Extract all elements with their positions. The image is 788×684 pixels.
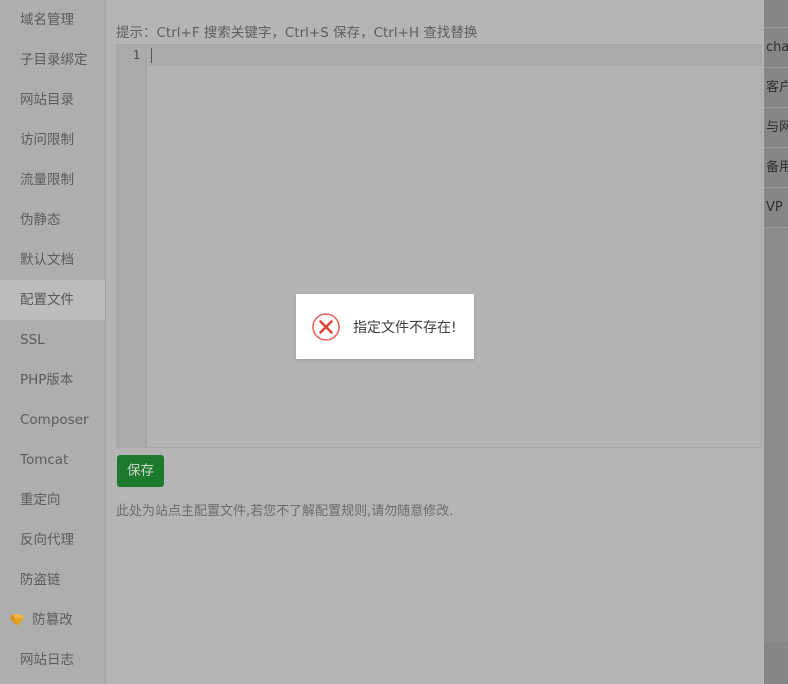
error-dialog: 指定文件不存在!	[296, 294, 474, 359]
sidebar-item-label: PHP版本	[20, 372, 74, 388]
sidebar-item-redirect[interactable]: 重定向	[0, 480, 105, 520]
sidebar-item-composer[interactable]: Composer	[0, 400, 105, 440]
sidebar-item-label: 网站日志	[20, 652, 74, 668]
right-panel-spacer	[764, 0, 788, 28]
sidebar-item-label: 子目录绑定	[20, 52, 88, 68]
sidebar-item-label: Composer	[20, 412, 89, 428]
sidebar-item-label: 默认文档	[20, 252, 74, 268]
config-note: 此处为站点主配置文件,若您不了解配置规则,请勿随意修改.	[116, 504, 454, 519]
gem-icon	[10, 614, 24, 626]
line-number: 1	[132, 48, 140, 62]
sidebar-item-label: 反向代理	[20, 532, 74, 548]
sidebar-item-site-dir[interactable]: 网站目录	[0, 80, 105, 120]
code-editor[interactable]: 1	[116, 44, 762, 448]
sidebar-item-label: 伪静态	[20, 212, 61, 228]
sidebar: 域名管理 子目录绑定 网站目录 访问限制 流量限制 伪静态 默认文档 配置文件 …	[0, 0, 106, 684]
sidebar-item-ssl[interactable]: SSL	[0, 320, 105, 360]
sidebar-item-domain[interactable]: 域名管理	[0, 0, 105, 40]
right-panel-tail	[764, 228, 788, 642]
editor-caret	[151, 48, 152, 63]
sidebar-item-label: 流量限制	[20, 172, 74, 188]
sidebar-item-label: 访问限制	[20, 132, 74, 148]
sidebar-item-label: 防篡改	[32, 612, 73, 628]
error-circle-x-icon	[311, 312, 341, 342]
sidebar-item-label: 防盗链	[20, 572, 61, 588]
right-panel-item[interactable]: cha	[764, 28, 788, 68]
sidebar-item-tomcat[interactable]: Tomcat	[0, 440, 105, 480]
sidebar-item-php-version[interactable]: PHP版本	[0, 360, 105, 400]
sidebar-item-site-log[interactable]: 网站日志	[0, 640, 105, 680]
sidebar-item-anti-tamper[interactable]: 防篡改	[0, 600, 105, 640]
editor-active-line	[148, 45, 761, 66]
sidebar-item-label: 配置文件	[20, 292, 74, 308]
right-panel-item[interactable]: 与网	[764, 108, 788, 148]
sidebar-item-traffic-limit[interactable]: 流量限制	[0, 160, 105, 200]
sidebar-item-label: 网站目录	[20, 92, 74, 108]
editor-shortcut-tip: 提示：Ctrl+F 搜索关键字，Ctrl+S 保存，Ctrl+H 查找替换	[116, 25, 478, 41]
sidebar-item-anti-leech[interactable]: 防盗链	[0, 560, 105, 600]
app-root: cha 客户 与网 备用 VP 域名管理 子目录绑定 网站目录 访问限制 流量限…	[0, 0, 788, 684]
sidebar-item-config-file[interactable]: 配置文件	[0, 280, 105, 320]
sidebar-item-access-limit[interactable]: 访问限制	[0, 120, 105, 160]
editor-code-area[interactable]	[148, 45, 761, 447]
right-panel-item[interactable]: 客户	[764, 68, 788, 108]
error-message: 指定文件不存在!	[353, 319, 457, 336]
right-panel-item[interactable]: 备用	[764, 148, 788, 188]
right-panel-item[interactable]: VP	[764, 188, 788, 228]
sidebar-item-reverse-proxy[interactable]: 反向代理	[0, 520, 105, 560]
right-side-panel: cha 客户 与网 备用 VP	[764, 0, 788, 684]
sidebar-item-label: 重定向	[20, 492, 61, 508]
sidebar-item-label: 域名管理	[20, 12, 74, 28]
sidebar-item-label: SSL	[20, 332, 45, 348]
editor-gutter: 1	[117, 45, 147, 447]
sidebar-item-subdir-bind[interactable]: 子目录绑定	[0, 40, 105, 80]
sidebar-item-label: Tomcat	[20, 452, 69, 468]
sidebar-item-default-doc[interactable]: 默认文档	[0, 240, 105, 280]
sidebar-item-rewrite[interactable]: 伪静态	[0, 200, 105, 240]
save-button[interactable]: 保存	[117, 455, 164, 487]
